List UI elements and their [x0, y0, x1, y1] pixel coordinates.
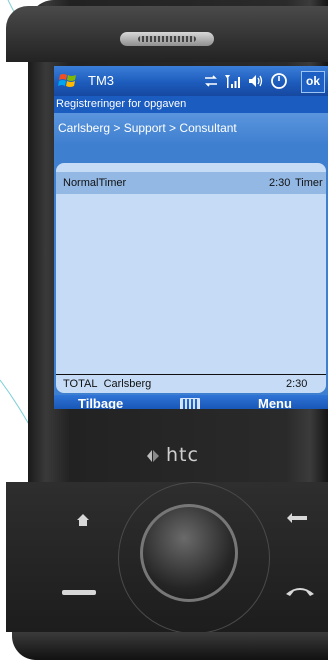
- keyboard-icon[interactable]: [180, 398, 200, 409]
- windows-flag-icon[interactable]: [58, 71, 78, 91]
- back-key-icon[interactable]: [286, 512, 308, 524]
- total-label: TOTAL Carlsberg: [63, 378, 152, 390]
- status-icons: [204, 71, 288, 91]
- total-hours: 2:30: [286, 378, 308, 390]
- call-key-icon[interactable]: [62, 588, 96, 598]
- earpiece-speaker: [120, 32, 214, 46]
- entry-hours: 2:30: [269, 177, 291, 189]
- registrations-list: NormalTimer 2:30 Timer TOTAL Carlsberg 2…: [56, 163, 326, 393]
- status-bar: TM3 ok: [54, 66, 328, 96]
- back-softkey[interactable]: Tilbage: [78, 396, 123, 409]
- signal-strength-icon[interactable]: [224, 73, 242, 89]
- softkey-bar: Tilbage Menu: [54, 395, 328, 409]
- ok-button[interactable]: ok: [301, 71, 325, 93]
- speaker-icon[interactable]: [248, 74, 264, 88]
- home-key-icon[interactable]: [76, 513, 90, 527]
- device-screen: TM3 ok Registreringer for opgaven Carlsb…: [54, 66, 328, 409]
- htc-logo: htc: [166, 444, 199, 466]
- total-row: TOTAL Carlsberg 2:30: [56, 375, 326, 393]
- htc-mark-icon: [147, 450, 159, 462]
- phone-bottom-edge: [12, 632, 328, 660]
- window-title: Registreringer for opgaven: [54, 96, 328, 113]
- list-item[interactable]: NormalTimer 2:30 Timer: [56, 172, 326, 194]
- navigation-wheel[interactable]: [140, 504, 238, 602]
- content-area: NormalTimer 2:30 Timer TOTAL Carlsberg 2…: [54, 145, 328, 395]
- breadcrumb: Carlsberg > Support > Consultant: [54, 113, 328, 145]
- entry-unit: Timer: [295, 177, 323, 189]
- entry-name: NormalTimer: [63, 177, 127, 189]
- menu-softkey[interactable]: Menu: [258, 396, 292, 409]
- end-call-key-icon[interactable]: [284, 584, 316, 598]
- app-name: TM3: [88, 73, 114, 88]
- data-connection-icon[interactable]: [204, 74, 218, 88]
- clock-icon[interactable]: [270, 72, 288, 90]
